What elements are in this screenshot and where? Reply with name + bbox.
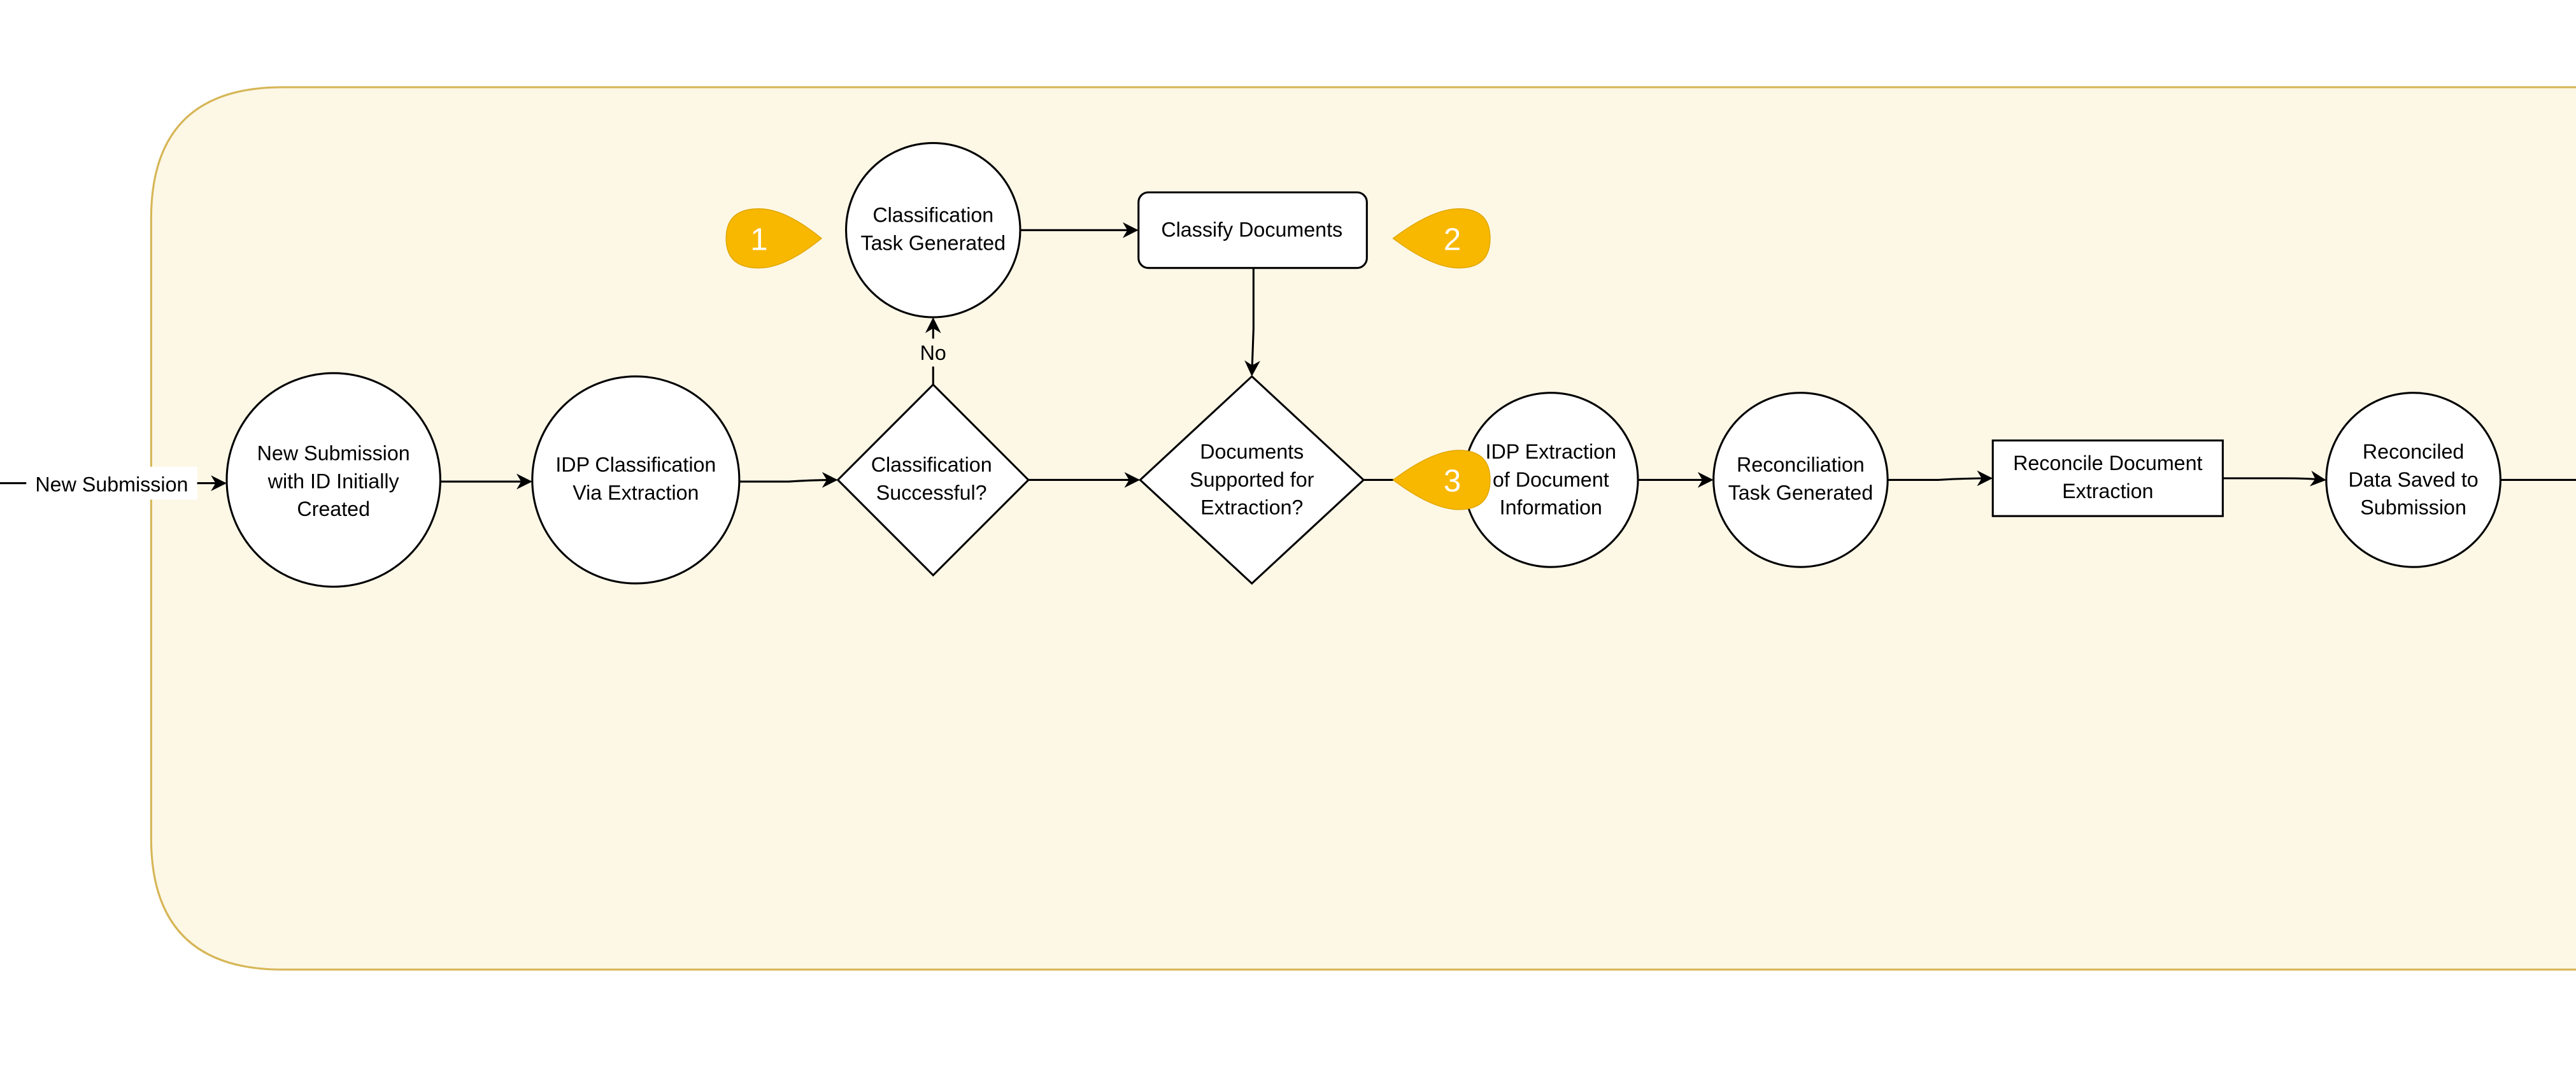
svg-text:Classification: Classification xyxy=(871,454,992,476)
svg-text:Reconciliation: Reconciliation xyxy=(1737,454,1865,476)
node-reconciliation-task-generated[interactable]: Reconciliation Task Generated xyxy=(1712,392,1889,568)
svg-text:of Document: of Document xyxy=(1493,468,1609,491)
entry-edge-label: New Submission xyxy=(35,473,188,496)
node-classification-task-generated[interactable]: Classification Task Generated xyxy=(845,142,1021,318)
svg-text:Extraction?: Extraction? xyxy=(1200,496,1303,519)
svg-text:Classification: Classification xyxy=(872,203,993,226)
flowchart-canvas: New Submission No New Submission with ID… xyxy=(0,86,2576,971)
svg-text:Classify Documents: Classify Documents xyxy=(1161,218,1342,241)
svg-text:Task Generated: Task Generated xyxy=(1728,481,1874,504)
svg-text:Successful?: Successful? xyxy=(876,481,987,504)
svg-text:Created: Created xyxy=(297,497,370,520)
svg-text:New Submission: New Submission xyxy=(257,441,410,464)
svg-text:1: 1 xyxy=(750,222,767,257)
svg-text:3: 3 xyxy=(1444,464,1461,499)
svg-text:Reconciled: Reconciled xyxy=(2363,440,2464,463)
svg-text:Task Generated: Task Generated xyxy=(860,231,1006,254)
node-reconciled-data-saved[interactable]: Reconciled Data Saved to Submission xyxy=(2325,392,2501,568)
svg-text:Via Extraction: Via Extraction xyxy=(573,481,699,504)
task-classify-documents[interactable]: Classify Documents xyxy=(1137,191,1368,269)
node-idp-classification[interactable]: IDP Classification Via Extraction xyxy=(531,375,741,585)
svg-text:IDP Classification: IDP Classification xyxy=(555,454,716,476)
no-edge-label: No xyxy=(920,341,946,364)
svg-text:IDP Extraction: IDP Extraction xyxy=(1486,440,1616,463)
svg-text:Information: Information xyxy=(1500,496,1602,519)
svg-text:Supported for: Supported for xyxy=(1190,468,1314,491)
svg-text:Data Saved to: Data Saved to xyxy=(2348,468,2478,491)
node-new-submission[interactable]: New Submission with ID Initially Created xyxy=(225,372,441,588)
svg-text:with ID Initially: with ID Initially xyxy=(267,469,400,492)
svg-text:Submission: Submission xyxy=(2360,496,2466,519)
svg-text:2: 2 xyxy=(1444,222,1461,257)
svg-text:Reconcile Document: Reconcile Document xyxy=(2013,452,2202,475)
task-reconcile-document-extraction[interactable]: Reconcile Document Extraction xyxy=(1991,439,2224,517)
svg-text:Documents: Documents xyxy=(1200,440,1304,463)
svg-text:Extraction: Extraction xyxy=(2062,480,2153,503)
